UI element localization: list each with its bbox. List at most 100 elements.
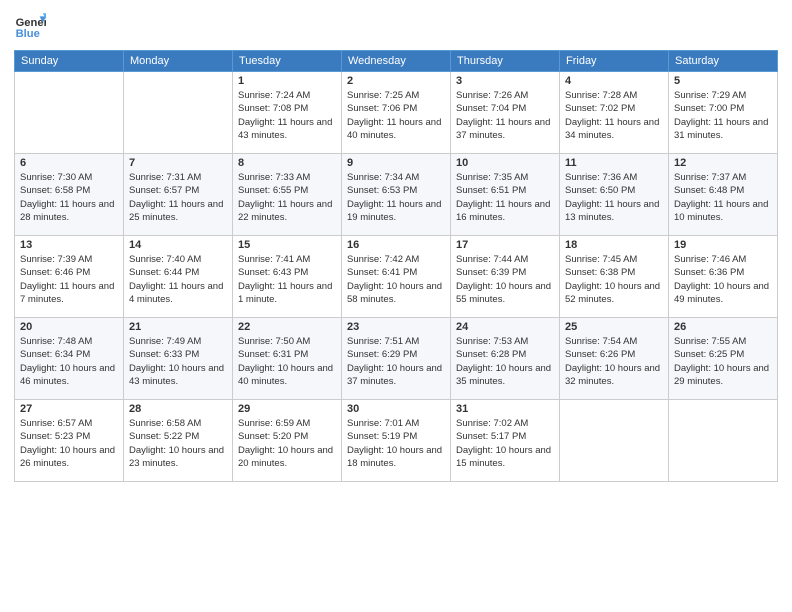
day-cell: 8 Sunrise: 7:33 AMSunset: 6:55 PMDayligh… — [233, 154, 342, 236]
weekday-header-friday: Friday — [560, 51, 669, 72]
day-cell: 3 Sunrise: 7:26 AMSunset: 7:04 PMDayligh… — [451, 72, 560, 154]
weekday-header-monday: Monday — [124, 51, 233, 72]
day-number: 18 — [565, 239, 663, 251]
day-info: Sunrise: 6:57 AMSunset: 5:23 PMDaylight:… — [20, 417, 118, 470]
day-info: Sunrise: 7:45 AMSunset: 6:38 PMDaylight:… — [565, 253, 663, 306]
day-info: Sunrise: 7:53 AMSunset: 6:28 PMDaylight:… — [456, 335, 554, 388]
day-number: 1 — [238, 75, 336, 87]
day-cell: 22 Sunrise: 7:50 AMSunset: 6:31 PMDaylig… — [233, 318, 342, 400]
day-cell: 24 Sunrise: 7:53 AMSunset: 6:28 PMDaylig… — [451, 318, 560, 400]
week-row-3: 20 Sunrise: 7:48 AMSunset: 6:34 PMDaylig… — [15, 318, 778, 400]
day-info: Sunrise: 7:33 AMSunset: 6:55 PMDaylight:… — [238, 171, 336, 224]
day-number: 11 — [565, 157, 663, 169]
day-cell — [560, 400, 669, 482]
day-info: Sunrise: 7:50 AMSunset: 6:31 PMDaylight:… — [238, 335, 336, 388]
week-row-1: 6 Sunrise: 7:30 AMSunset: 6:58 PMDayligh… — [15, 154, 778, 236]
day-number: 19 — [674, 239, 772, 251]
day-info: Sunrise: 7:51 AMSunset: 6:29 PMDaylight:… — [347, 335, 445, 388]
day-cell: 5 Sunrise: 7:29 AMSunset: 7:00 PMDayligh… — [669, 72, 778, 154]
day-number: 31 — [456, 403, 554, 415]
day-number: 16 — [347, 239, 445, 251]
day-number: 28 — [129, 403, 227, 415]
day-cell: 25 Sunrise: 7:54 AMSunset: 6:26 PMDaylig… — [560, 318, 669, 400]
day-info: Sunrise: 7:25 AMSunset: 7:06 PMDaylight:… — [347, 89, 445, 142]
day-cell: 26 Sunrise: 7:55 AMSunset: 6:25 PMDaylig… — [669, 318, 778, 400]
day-info: Sunrise: 7:41 AMSunset: 6:43 PMDaylight:… — [238, 253, 336, 306]
weekday-header-row: SundayMondayTuesdayWednesdayThursdayFrid… — [15, 51, 778, 72]
day-info: Sunrise: 7:39 AMSunset: 6:46 PMDaylight:… — [20, 253, 118, 306]
day-number: 10 — [456, 157, 554, 169]
day-info: Sunrise: 7:42 AMSunset: 6:41 PMDaylight:… — [347, 253, 445, 306]
day-number: 25 — [565, 321, 663, 333]
weekday-header-sunday: Sunday — [15, 51, 124, 72]
weekday-header-wednesday: Wednesday — [342, 51, 451, 72]
day-cell: 21 Sunrise: 7:49 AMSunset: 6:33 PMDaylig… — [124, 318, 233, 400]
day-info: Sunrise: 7:30 AMSunset: 6:58 PMDaylight:… — [20, 171, 118, 224]
day-cell: 12 Sunrise: 7:37 AMSunset: 6:48 PMDaylig… — [669, 154, 778, 236]
page: General Blue SundayMondayTuesdayWednesda… — [0, 0, 792, 612]
header: General Blue — [14, 10, 778, 42]
day-number: 30 — [347, 403, 445, 415]
day-cell — [15, 72, 124, 154]
day-info: Sunrise: 7:48 AMSunset: 6:34 PMDaylight:… — [20, 335, 118, 388]
day-number: 7 — [129, 157, 227, 169]
day-info: Sunrise: 7:35 AMSunset: 6:51 PMDaylight:… — [456, 171, 554, 224]
day-cell — [124, 72, 233, 154]
day-cell: 28 Sunrise: 6:58 AMSunset: 5:22 PMDaylig… — [124, 400, 233, 482]
day-cell: 23 Sunrise: 7:51 AMSunset: 6:29 PMDaylig… — [342, 318, 451, 400]
day-cell: 1 Sunrise: 7:24 AMSunset: 7:08 PMDayligh… — [233, 72, 342, 154]
day-info: Sunrise: 7:54 AMSunset: 6:26 PMDaylight:… — [565, 335, 663, 388]
day-number: 9 — [347, 157, 445, 169]
day-cell: 29 Sunrise: 6:59 AMSunset: 5:20 PMDaylig… — [233, 400, 342, 482]
day-info: Sunrise: 7:49 AMSunset: 6:33 PMDaylight:… — [129, 335, 227, 388]
week-row-4: 27 Sunrise: 6:57 AMSunset: 5:23 PMDaylig… — [15, 400, 778, 482]
day-number: 15 — [238, 239, 336, 251]
week-row-2: 13 Sunrise: 7:39 AMSunset: 6:46 PMDaylig… — [15, 236, 778, 318]
day-cell: 7 Sunrise: 7:31 AMSunset: 6:57 PMDayligh… — [124, 154, 233, 236]
day-number: 26 — [674, 321, 772, 333]
day-info: Sunrise: 7:37 AMSunset: 6:48 PMDaylight:… — [674, 171, 772, 224]
day-number: 6 — [20, 157, 118, 169]
day-info: Sunrise: 7:29 AMSunset: 7:00 PMDaylight:… — [674, 89, 772, 142]
day-info: Sunrise: 6:58 AMSunset: 5:22 PMDaylight:… — [129, 417, 227, 470]
day-cell: 16 Sunrise: 7:42 AMSunset: 6:41 PMDaylig… — [342, 236, 451, 318]
logo-icon: General Blue — [14, 10, 46, 42]
day-number: 12 — [674, 157, 772, 169]
day-info: Sunrise: 7:02 AMSunset: 5:17 PMDaylight:… — [456, 417, 554, 470]
day-cell: 18 Sunrise: 7:45 AMSunset: 6:38 PMDaylig… — [560, 236, 669, 318]
day-number: 22 — [238, 321, 336, 333]
day-number: 24 — [456, 321, 554, 333]
day-cell: 10 Sunrise: 7:35 AMSunset: 6:51 PMDaylig… — [451, 154, 560, 236]
day-cell: 17 Sunrise: 7:44 AMSunset: 6:39 PMDaylig… — [451, 236, 560, 318]
day-number: 17 — [456, 239, 554, 251]
day-number: 4 — [565, 75, 663, 87]
day-cell: 27 Sunrise: 6:57 AMSunset: 5:23 PMDaylig… — [15, 400, 124, 482]
day-info: Sunrise: 7:26 AMSunset: 7:04 PMDaylight:… — [456, 89, 554, 142]
day-cell: 11 Sunrise: 7:36 AMSunset: 6:50 PMDaylig… — [560, 154, 669, 236]
day-info: Sunrise: 7:44 AMSunset: 6:39 PMDaylight:… — [456, 253, 554, 306]
day-number: 2 — [347, 75, 445, 87]
day-info: Sunrise: 7:34 AMSunset: 6:53 PMDaylight:… — [347, 171, 445, 224]
day-info: Sunrise: 7:28 AMSunset: 7:02 PMDaylight:… — [565, 89, 663, 142]
day-cell: 19 Sunrise: 7:46 AMSunset: 6:36 PMDaylig… — [669, 236, 778, 318]
day-info: Sunrise: 6:59 AMSunset: 5:20 PMDaylight:… — [238, 417, 336, 470]
weekday-header-tuesday: Tuesday — [233, 51, 342, 72]
week-row-0: 1 Sunrise: 7:24 AMSunset: 7:08 PMDayligh… — [15, 72, 778, 154]
day-number: 23 — [347, 321, 445, 333]
day-cell: 13 Sunrise: 7:39 AMSunset: 6:46 PMDaylig… — [15, 236, 124, 318]
day-number: 3 — [456, 75, 554, 87]
day-number: 13 — [20, 239, 118, 251]
day-number: 20 — [20, 321, 118, 333]
day-info: Sunrise: 7:01 AMSunset: 5:19 PMDaylight:… — [347, 417, 445, 470]
day-cell: 30 Sunrise: 7:01 AMSunset: 5:19 PMDaylig… — [342, 400, 451, 482]
logo: General Blue — [14, 10, 46, 42]
day-cell: 4 Sunrise: 7:28 AMSunset: 7:02 PMDayligh… — [560, 72, 669, 154]
weekday-header-saturday: Saturday — [669, 51, 778, 72]
day-cell: 2 Sunrise: 7:25 AMSunset: 7:06 PMDayligh… — [342, 72, 451, 154]
day-number: 5 — [674, 75, 772, 87]
day-cell: 31 Sunrise: 7:02 AMSunset: 5:17 PMDaylig… — [451, 400, 560, 482]
svg-text:Blue: Blue — [16, 28, 40, 40]
day-cell: 9 Sunrise: 7:34 AMSunset: 6:53 PMDayligh… — [342, 154, 451, 236]
day-number: 27 — [20, 403, 118, 415]
day-info: Sunrise: 7:40 AMSunset: 6:44 PMDaylight:… — [129, 253, 227, 306]
